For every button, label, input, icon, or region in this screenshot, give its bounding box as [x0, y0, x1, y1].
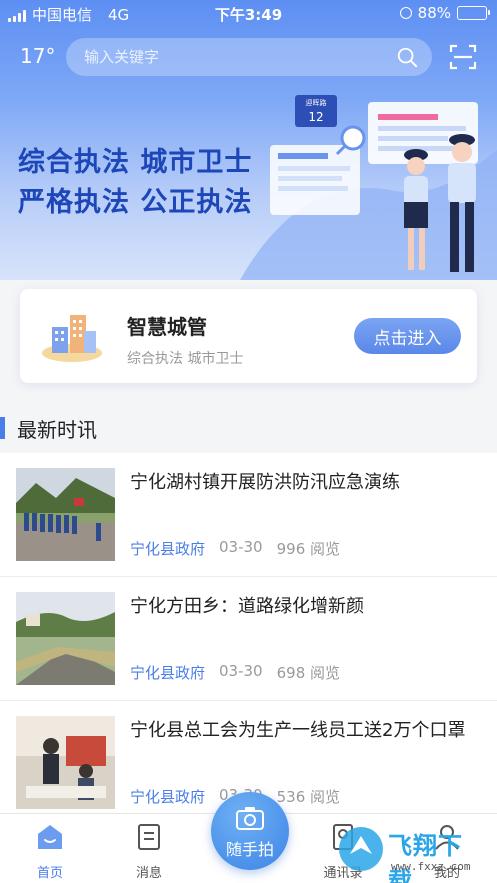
battery-icon: [457, 6, 490, 20]
watermark-text: 飞翔下载: [388, 832, 463, 883]
temperature: 17°: [20, 44, 56, 68]
rotation-lock-icon: [399, 7, 412, 19]
search-input[interactable]: [84, 38, 384, 76]
banner-slogan-line1: 综合执法 城市卫士: [18, 147, 253, 178]
news-date: 03-30: [219, 538, 263, 556]
scan-icon[interactable]: [449, 43, 477, 71]
news-views: 996 阅览: [276, 540, 341, 558]
street-sign-name: 迎晖路: [306, 98, 327, 107]
news-thumbnail: [16, 592, 115, 685]
street-sign-number: 12: [308, 110, 323, 124]
news-thumbnail: [16, 468, 115, 561]
messages-icon: [138, 824, 160, 850]
camera-button[interactable]: 随手拍: [211, 792, 289, 870]
enter-button[interactable]: 点击进入: [354, 318, 461, 354]
city-buildings-icon: [42, 315, 102, 362]
news-source: 宁化县政府: [130, 788, 206, 806]
watermark-logo-icon: [339, 827, 383, 871]
news-list: 宁化湖村镇开展防洪防汛应急演练 宁化县政府 03-30 996 阅览 宁化方田乡…: [0, 453, 497, 813]
header-banner: 中国电信 4G 下午3:49 88% 17° 综合执法 城市卫士 严格执法 公正…: [0, 0, 497, 280]
search-bar[interactable]: [66, 38, 432, 76]
home-icon: [38, 825, 62, 849]
news-title: 宁化湖村镇开展防洪防汛应急演练: [130, 472, 400, 493]
status-right: 88%: [399, 4, 490, 22]
news-title: 宁化方田乡：道路绿化增新颜: [130, 596, 364, 617]
news-thumbnail: [16, 716, 115, 809]
news-views: 536 阅览: [276, 788, 341, 806]
nav-home[interactable]: 首页: [15, 822, 85, 881]
watermark-url: www.fxxz.com: [391, 860, 471, 873]
card-subtitle: 综合执法 城市卫士: [127, 351, 244, 367]
card-title: 智慧城管: [127, 315, 207, 339]
news-meta: 宁化县政府 03-30 698 阅览: [130, 662, 340, 683]
banner-slogan-line2: 严格执法 公正执法: [18, 187, 253, 218]
status-bar: 中国电信 4G 下午3:49 88%: [0, 0, 497, 28]
battery-percent: 88%: [417, 4, 451, 22]
news-source: 宁化县政府: [130, 664, 206, 682]
nav-messages-label: 消息: [135, 866, 162, 881]
list-item[interactable]: 宁化湖村镇开展防洪防汛应急演练 宁化县政府 03-30 996 阅览: [0, 453, 497, 577]
banner-illustration: 迎晖路 12: [240, 95, 497, 280]
section-accent-bar: [0, 417, 5, 439]
news-section-header: 最新时讯: [0, 410, 497, 442]
news-meta: 宁化县政府 03-30 996 阅览: [130, 538, 340, 559]
section-title: 最新时讯: [17, 418, 97, 442]
camera-button-label: 随手拍: [225, 842, 274, 859]
smart-city-card: 智慧城管 综合执法 城市卫士 点击进入: [20, 289, 477, 383]
list-item[interactable]: 宁化方田乡：道路绿化增新颜 宁化县政府 03-30 698 阅览: [0, 577, 497, 701]
camera-icon: [236, 807, 264, 830]
news-views: 698 阅览: [276, 664, 341, 682]
nav-home-label: 首页: [36, 866, 63, 881]
news-title: 宁化县总工会为生产一线员工送2万个口罩: [130, 720, 466, 741]
news-source: 宁化县政府: [130, 540, 206, 558]
search-icon[interactable]: [396, 46, 418, 68]
watermark: 飞翔下载 www.fxxz.com: [336, 822, 486, 883]
nav-messages[interactable]: 消息: [114, 822, 184, 881]
news-date: 03-30: [219, 662, 263, 680]
